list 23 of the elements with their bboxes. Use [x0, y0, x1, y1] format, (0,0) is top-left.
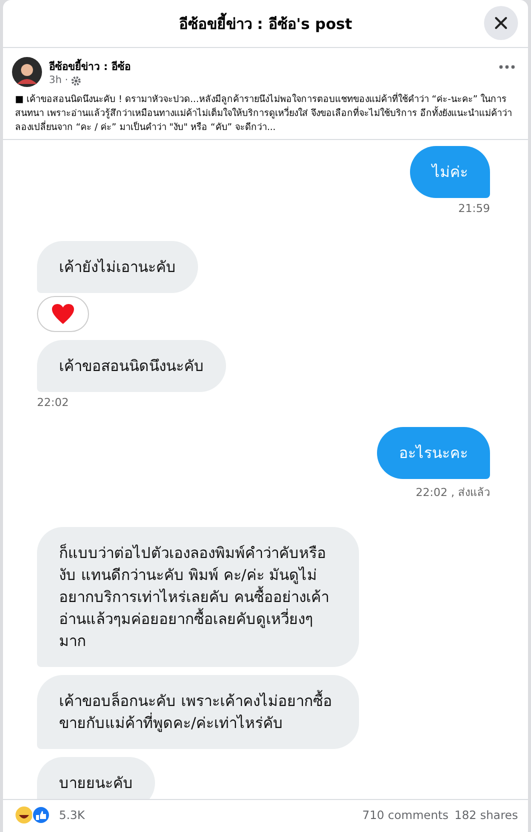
received-message: เค้าขอบล็อกนะคับ เพราะเค้าคงไม่อยากซื้อขายกับแม่ค้าที่พูดคะ/ค่ะเท่าไหร่คับ — [37, 675, 359, 749]
author-name[interactable]: อีซ้อขยี้ข่าว : อีซ้อ — [49, 58, 492, 75]
post-text: ■ เค้าขอสอนนิดนึงนะคับ ! ดรามาหัวจะปวด...หลังมีลูกค้ารายนึงไม่พอใจการตอบแชทของแม่ค้าที่ใช้คำว่า “ค่ะ-นะคะ” ในการสนทนา เพราะอ่านแล้วรู้สึกว่าเหมือนทางแม่ค้าไม่เต็มใจให้บริการดูเหวี่ยงใส่ จึงขอเลือกที่จะไม่ใช้บริการ อีกทั้งยังแนะนำแม่ค้าว่า ลองเปลี่ยนจาก “คะ / ค่ะ” มาเป็นคำว่า "งับ" หรือ “คับ” จะดีกว่า... — [15, 93, 513, 135]
message-time: 22:02 — [37, 396, 69, 409]
sent-message: อะไรนะคะ — [377, 427, 490, 479]
gear-icon — [71, 76, 82, 86]
dialog-title: อีซ้อขยี้ข่าว : อีซ้อ's post — [178, 12, 352, 34]
received-message: ก็แบบว่าต่อไปตัวเองลองพิมพ์คำว่าคับหรืองับ แทนดีกว่านะคับ พิมพ์ คะ/ค่ะ มันดูไม่อยากบริการเท่าไหร่เลยคับ คนซื้ออย่างเค้าอ่านแล้วๆมค่อยอยากซื้อเลยคับดูเหวี่ยงๆมาก — [37, 527, 359, 667]
share-count[interactable]: 182 shares — [454, 808, 518, 822]
close-button[interactable] — [484, 6, 518, 40]
reaction-count[interactable]: 5.3K — [59, 808, 85, 822]
received-message: เค้าขอสอนนิดนึงนะคับ — [37, 340, 226, 392]
message-time: 22:02 , ส่งแล้ว — [416, 485, 490, 501]
post-time[interactable]: 3h · — [49, 75, 68, 86]
avatar[interactable] — [12, 57, 42, 87]
received-message: เค้ายังไม่เอานะคับ — [37, 241, 198, 293]
more-icon[interactable] — [499, 65, 515, 69]
heart-icon — [51, 303, 75, 325]
comment-count[interactable]: 710 comments — [362, 808, 449, 822]
received-message: บายยนะคับ — [37, 757, 155, 799]
sent-message: ไม่ค่ะ — [410, 146, 490, 198]
message-time: 21:59 — [458, 202, 490, 215]
close-icon — [494, 16, 508, 30]
